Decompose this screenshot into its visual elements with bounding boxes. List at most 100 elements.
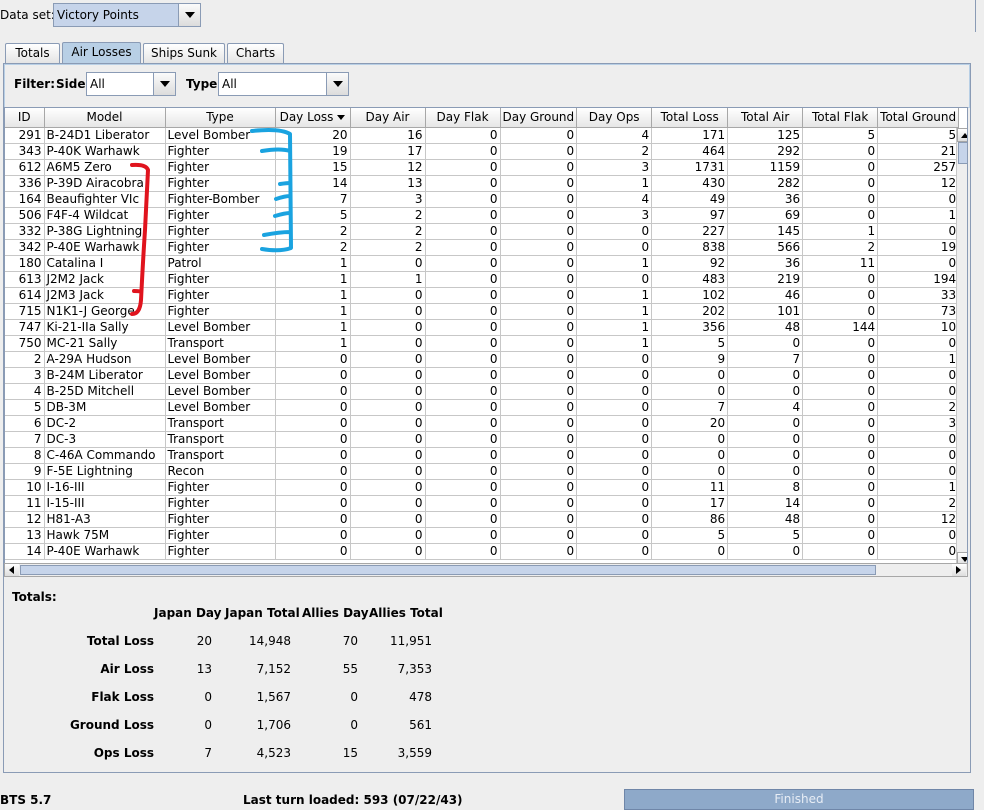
scroll-left-button[interactable] (5, 564, 19, 576)
table-row[interactable]: 11 I-15-III Fighter 0 0 0 0 0 17 14 0 2 (5, 495, 960, 512)
table-row[interactable]: 12 H81-A3 Fighter 0 0 0 0 0 86 48 0 12 (5, 511, 960, 528)
table-row[interactable]: 291 B-24D1 Liberator Level Bomber 20 16 0 0 4 17… (5, 127, 960, 144)
table-row[interactable]: 612 A6M5 Zero Fighter 15 12 0 0 3 1731 1159 0 257 (5, 159, 960, 176)
table-row[interactable]: 10 I-16-III Fighter 0 0 0 0 0 11 8 0 1 (5, 479, 960, 496)
table-row[interactable]: 8 C-46A Commando Transport 0 0 0 0 0 0 0 0 0 (5, 447, 960, 464)
table-row[interactable]: 715 N1K1-J George Fighter 1 0 0 0 1 202 101 0 73 (5, 303, 960, 320)
tab-ships-sunk[interactable]: Ships Sunk (143, 43, 225, 64)
hscroll-thumb[interactable] (20, 565, 876, 575)
table-cell: 0 (802, 399, 879, 416)
horizontal-scrollbar[interactable] (4, 563, 968, 577)
chevron-down-icon[interactable] (153, 73, 175, 95)
table-row[interactable]: 4 B-25D Mitchell Level Bomber 0 0 0 0 0 0 0 0 0 (5, 383, 960, 400)
table-cell: I-15-III (44, 495, 166, 512)
table-cell: 48 (727, 511, 804, 528)
table-cell: DB-3M (44, 399, 166, 416)
tab-air-losses[interactable]: Air Losses (62, 42, 141, 65)
table-cell: 10 (5, 479, 45, 496)
vertical-scrollbar[interactable] (956, 128, 967, 568)
table-row[interactable]: 164 Beaufighter VIc Fighter-Bomber 7 3 0 0 4 49 3… (5, 191, 960, 208)
column-header[interactable]: Day Air (350, 108, 426, 128)
totals-value: 4,523 (256, 746, 291, 760)
column-header[interactable]: Total Air (727, 108, 804, 128)
table-cell: P-40K Warhawk (44, 143, 166, 160)
table-row[interactable]: 613 J2M2 Jack Fighter 1 1 0 0 0 483 219 0 194 (5, 271, 960, 288)
column-header-label: Model (86, 110, 123, 125)
totals-header-japan-day: Japan Day (154, 606, 222, 620)
column-header[interactable]: Day Loss (275, 108, 351, 128)
column-header[interactable]: Day Ops (576, 108, 653, 128)
table-row[interactable]: 9 F-5E Lightning Recon 0 0 0 0 0 0 0 0 0 (5, 463, 960, 480)
dataset-select[interactable]: Victory Points (53, 3, 201, 27)
table-row[interactable]: 343 P-40K Warhawk Fighter 19 17 0 0 2 464 292 0 21 (5, 143, 960, 160)
table-cell: 1 (576, 287, 653, 304)
totals-value: 7,353 (397, 662, 432, 676)
column-header[interactable]: Total Ground (877, 108, 960, 128)
table-row[interactable]: 506 F4F-4 Wildcat Fighter 5 2 0 0 3 97 69 0 1 (5, 207, 960, 224)
table-cell: 0 (425, 479, 501, 496)
scroll-thumb[interactable] (958, 142, 967, 164)
table-cell: 19 (877, 239, 960, 256)
table-cell: 145 (727, 223, 804, 240)
column-header[interactable]: Total Loss (651, 108, 729, 128)
tab-totals[interactable]: Totals (5, 43, 60, 64)
column-header[interactable]: Model (44, 108, 166, 128)
table-cell: P-39D Airacobra (44, 175, 166, 192)
table-row[interactable]: 336 P-39D Airacobra Fighter 14 13 0 0 1 430 282 0 1… (5, 175, 960, 192)
scroll-right-button[interactable] (952, 564, 966, 576)
side-select[interactable]: All (86, 72, 176, 96)
table-cell: MC-21 Sally (44, 335, 166, 352)
table-row[interactable]: 614 J2M3 Jack Fighter 1 0 0 0 1 102 46 0 33 (5, 287, 960, 304)
table-row[interactable]: 342 P-40E Warhawk Fighter 2 2 0 0 0 838 566 2 19 (5, 239, 960, 256)
column-header[interactable]: Day Ground (500, 108, 578, 128)
column-header[interactable]: Type (165, 108, 276, 128)
table-cell: 0 (500, 431, 578, 448)
totals-value: 15 (342, 746, 358, 760)
type-select[interactable]: All (218, 72, 349, 96)
table-cell: 0 (576, 383, 653, 400)
table-cell: 6 (5, 415, 45, 432)
table-cell: 0 (500, 159, 578, 176)
table-cell: 0 (425, 335, 501, 352)
table-row[interactable]: 750 MC-21 Sally Transport 1 0 0 0 1 5 0 0 0 (5, 335, 960, 352)
column-header[interactable]: ID (5, 108, 45, 128)
column-header[interactable]: Total Flak (802, 108, 879, 128)
table-cell: 0 (425, 127, 501, 144)
table-row[interactable]: 180 Catalina I Patrol 1 0 0 0 1 92 36 11 0 (5, 255, 960, 272)
table-row[interactable]: 747 Ki-21-IIa Sally Level Bomber 1 0 0 0 1 356 48… (5, 319, 960, 336)
table-cell: 0 (576, 367, 653, 384)
column-header[interactable]: Day Flak (425, 108, 501, 128)
table-cell: 0 (425, 511, 501, 528)
table-cell: 0 (877, 431, 960, 448)
table-cell: 483 (651, 271, 729, 288)
table-cell: 0 (350, 511, 426, 528)
table-row[interactable]: 332 P-38G Lightning Fighter 2 2 0 0 0 227 145 1 0 (5, 223, 960, 240)
table-row[interactable]: 13 Hawk 75M Fighter 0 0 0 0 0 5 5 0 0 (5, 527, 960, 544)
table-row[interactable]: 7 DC-3 Transport 0 0 0 0 0 0 0 0 0 (5, 431, 960, 448)
table-cell: 1731 (651, 159, 729, 176)
table-cell: 1 (275, 287, 351, 304)
table-row[interactable]: 5 DB-3M Level Bomber 0 0 0 0 0 7 4 0 2 (5, 399, 960, 416)
type-label: Type: (186, 77, 223, 91)
table-cell: 1159 (727, 159, 804, 176)
table-cell: 612 (5, 159, 45, 176)
table-cell: 0 (350, 351, 426, 368)
scroll-up-button[interactable] (957, 128, 967, 142)
totals-value: 14,948 (249, 634, 291, 648)
table-row[interactable]: 2 A-29A Hudson Level Bomber 0 0 0 0 0 9 7 0 1 (5, 351, 960, 368)
table-cell: Patrol (165, 255, 276, 272)
table-cell: 0 (651, 367, 729, 384)
table-cell: 342 (5, 239, 45, 256)
table-row[interactable]: 6 DC-2 Transport 0 0 0 0 0 20 0 0 3 (5, 415, 960, 432)
table-cell: 1 (275, 303, 351, 320)
table-cell: 0 (500, 239, 578, 256)
air-losses-table[interactable]: ID Model Type Day Loss Day Air Day Flak Day Gr… (4, 107, 968, 577)
table-cell: Fighter (165, 495, 276, 512)
chevron-down-icon[interactable] (326, 73, 348, 95)
table-cell: 8 (727, 479, 804, 496)
totals-value: 478 (409, 690, 432, 704)
table-row[interactable]: 3 B-24M Liberator Level Bomber 0 0 0 0 0 0 0 0 0 (5, 367, 960, 384)
tab-charts[interactable]: Charts (227, 43, 284, 64)
chevron-down-icon[interactable] (178, 4, 200, 26)
table-row[interactable]: 14 P-40E Warhawk Fighter 0 0 0 0 0 0 0 0 0 (5, 543, 960, 560)
